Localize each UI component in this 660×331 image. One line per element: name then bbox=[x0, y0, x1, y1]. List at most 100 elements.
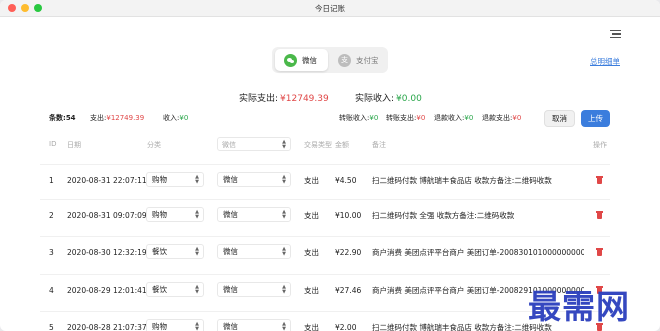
column-header-amount: 金额 bbox=[335, 141, 349, 149]
row-channel-value: 微信 bbox=[223, 247, 238, 256]
updown-arrows-icon: ▲ ▼ bbox=[195, 209, 199, 220]
column-header-date: 日期 bbox=[67, 141, 81, 149]
updown-arrows-icon: ▲ ▼ bbox=[282, 174, 286, 185]
row-date: 2020-08-28 21:07:37 bbox=[67, 322, 147, 331]
row-type: 支出 bbox=[304, 322, 319, 331]
row-channel-value: 微信 bbox=[223, 285, 238, 294]
column-header-id: ID bbox=[49, 140, 57, 148]
row-type: 支出 bbox=[304, 247, 319, 257]
updown-arrows-icon: ▲ ▼ bbox=[282, 209, 286, 220]
summary-link[interactable]: 总明细单 bbox=[590, 56, 620, 67]
updown-arrows-icon: ▲ ▼ bbox=[195, 284, 199, 295]
row-category-select[interactable]: 购物 ▲ ▼ bbox=[146, 172, 204, 187]
table-row: 4 2020-08-29 12:01:41 餐饮 ▲ ▼ 微信 ▲ ▼ 支出 ¥27… bbox=[40, 274, 610, 304]
actual-expense-label: 实际支出: bbox=[239, 94, 279, 104]
stat-expense: 支出:¥12749.39 bbox=[90, 113, 144, 123]
row-category-select[interactable]: 购物 ▲ ▼ bbox=[146, 207, 204, 222]
actual-income-label: 实际收入: bbox=[355, 94, 395, 104]
stat-refund-out-value: ¥0 bbox=[512, 114, 522, 122]
updown-arrows-icon: ▲ ▼ bbox=[195, 174, 199, 185]
stat-refund-in-label: 退款收入: bbox=[434, 114, 465, 122]
stat-transfer-in-value: ¥0 bbox=[369, 114, 379, 122]
row-channel-select[interactable]: 微信 ▲ ▼ bbox=[217, 207, 291, 222]
column-header-note: 备注 bbox=[372, 141, 386, 149]
row-category-value: 餐饮 bbox=[152, 247, 167, 256]
stat-income-label: 收入: bbox=[163, 114, 180, 122]
stat-count: 条数:54 bbox=[49, 113, 76, 123]
tab-alipay[interactable]: 支 支付宝 bbox=[334, 49, 384, 71]
row-date: 2020-08-29 12:01:41 bbox=[67, 285, 147, 295]
row-note: 商户消费 美团点评平台商户 美团订单-20083010100000000004.… bbox=[372, 247, 584, 257]
row-category-select[interactable]: 餐饮 ▲ ▼ bbox=[146, 244, 204, 259]
row-category-value: 购物 bbox=[152, 322, 167, 331]
delete-icon[interactable] bbox=[596, 176, 603, 184]
stat-transfer-out: 转账支出:¥0 bbox=[386, 113, 425, 123]
row-channel-select[interactable]: 微信 ▲ ▼ bbox=[217, 244, 291, 259]
row-id: 1 bbox=[49, 175, 54, 185]
updown-arrows-icon: ▲ ▼ bbox=[282, 246, 286, 257]
row-id: 2 bbox=[49, 210, 54, 220]
column-header-action: 操作 bbox=[593, 141, 607, 149]
stat-refund-in-value: ¥0 bbox=[464, 114, 474, 122]
row-category-select[interactable]: 餐饮 ▲ ▼ bbox=[146, 282, 204, 297]
stat-income-value: ¥0 bbox=[179, 114, 189, 122]
stat-transfer-in: 转账收入:¥0 bbox=[339, 113, 378, 123]
row-id: 3 bbox=[49, 247, 54, 257]
row-channel-select[interactable]: 微信 ▲ ▼ bbox=[217, 172, 291, 187]
updown-arrows-icon: ▲ ▼ bbox=[195, 321, 199, 331]
actual-income-value: ¥0.00 bbox=[396, 94, 422, 104]
row-amount: ¥2.00 bbox=[335, 322, 357, 331]
channel-filter-value: 微信 bbox=[222, 141, 236, 149]
delete-icon[interactable] bbox=[596, 211, 603, 219]
row-channel-value: 微信 bbox=[223, 175, 238, 184]
tab-wechat[interactable]: 微信 bbox=[275, 49, 328, 71]
row-id: 5 bbox=[49, 322, 54, 331]
wechat-icon bbox=[284, 53, 297, 67]
watermark-logo: 最需网 bbox=[528, 287, 630, 326]
row-category-value: 购物 bbox=[152, 175, 167, 184]
row-date: 2020-08-30 12:32:19 bbox=[67, 247, 147, 257]
row-channel-select[interactable]: 微信 ▲ ▼ bbox=[217, 282, 291, 297]
row-date: 2020-08-31 09:07:09 bbox=[67, 210, 147, 220]
app-window: 今日记账 总明细单 微信 支 支付宝 实际支出: ¥12749.39 实际收入: ¥… bbox=[0, 0, 660, 331]
row-amount: ¥4.50 bbox=[335, 175, 357, 185]
upload-button[interactable]: 上传 bbox=[581, 110, 610, 127]
actual-expense: 实际支出: ¥12749.39 bbox=[239, 91, 329, 104]
stat-transfer-out-value: ¥0 bbox=[416, 114, 426, 122]
channel-filter-select[interactable]: 微信 ▲ ▼ bbox=[217, 137, 291, 151]
stat-expense-label: 支出: bbox=[90, 114, 107, 122]
row-channel-value: 微信 bbox=[223, 322, 238, 331]
stat-expense-value: ¥12749.39 bbox=[106, 114, 145, 122]
tab-wechat-label: 微信 bbox=[302, 55, 317, 65]
row-date: 2020-08-31 22:07:11 bbox=[67, 175, 147, 185]
row-id: 4 bbox=[49, 285, 54, 295]
row-type: 支出 bbox=[304, 285, 319, 295]
table-row: 1 2020-08-31 22:07:11 购物 ▲ ▼ 微信 ▲ ▼ 支出 ¥4.… bbox=[40, 164, 610, 194]
cancel-button[interactable]: 取消 bbox=[544, 110, 575, 127]
column-header-type: 交易类型 bbox=[304, 141, 332, 149]
tab-alipay-label: 支付宝 bbox=[356, 55, 379, 65]
stat-count-value: 54 bbox=[65, 114, 76, 122]
row-category-select[interactable]: 购物 ▲ ▼ bbox=[146, 319, 204, 331]
delete-icon[interactable] bbox=[596, 248, 603, 256]
actual-income: 实际收入: ¥0.00 bbox=[355, 91, 422, 104]
row-amount: ¥27.46 bbox=[335, 285, 362, 295]
stat-income: 收入:¥0 bbox=[163, 113, 188, 123]
row-amount: ¥10.00 bbox=[335, 210, 362, 220]
row-channel-select[interactable]: 微信 ▲ ▼ bbox=[217, 319, 291, 331]
menu-icon[interactable] bbox=[610, 30, 621, 39]
stat-refund-in: 退款收入:¥0 bbox=[434, 113, 473, 123]
alipay-icon: 支 bbox=[338, 53, 351, 67]
row-amount: ¥22.90 bbox=[335, 247, 362, 257]
stat-transfer-in-label: 转账收入: bbox=[339, 114, 370, 122]
table-row: 3 2020-08-30 12:32:19 餐饮 ▲ ▼ 微信 ▲ ▼ 支出 ¥22… bbox=[40, 236, 610, 266]
row-note: 扫二维码付款 博航瑞丰食品店 收款方备注:二维码收款 bbox=[372, 175, 552, 185]
window-title: 今日记账 bbox=[315, 4, 345, 13]
row-category-value: 购物 bbox=[152, 210, 167, 219]
updown-arrows-icon: ▲ ▼ bbox=[282, 284, 286, 295]
row-type: 支出 bbox=[304, 175, 319, 185]
row-channel-value: 微信 bbox=[223, 210, 238, 219]
table-row: 2 2020-08-31 09:07:09 购物 ▲ ▼ 微信 ▲ ▼ 支出 ¥10… bbox=[40, 199, 610, 229]
table-row: 5 2020-08-28 21:07:37 购物 ▲ ▼ 微信 ▲ ▼ 支出 ¥2.… bbox=[40, 311, 610, 331]
updown-arrows-icon: ▲ ▼ bbox=[282, 321, 286, 331]
